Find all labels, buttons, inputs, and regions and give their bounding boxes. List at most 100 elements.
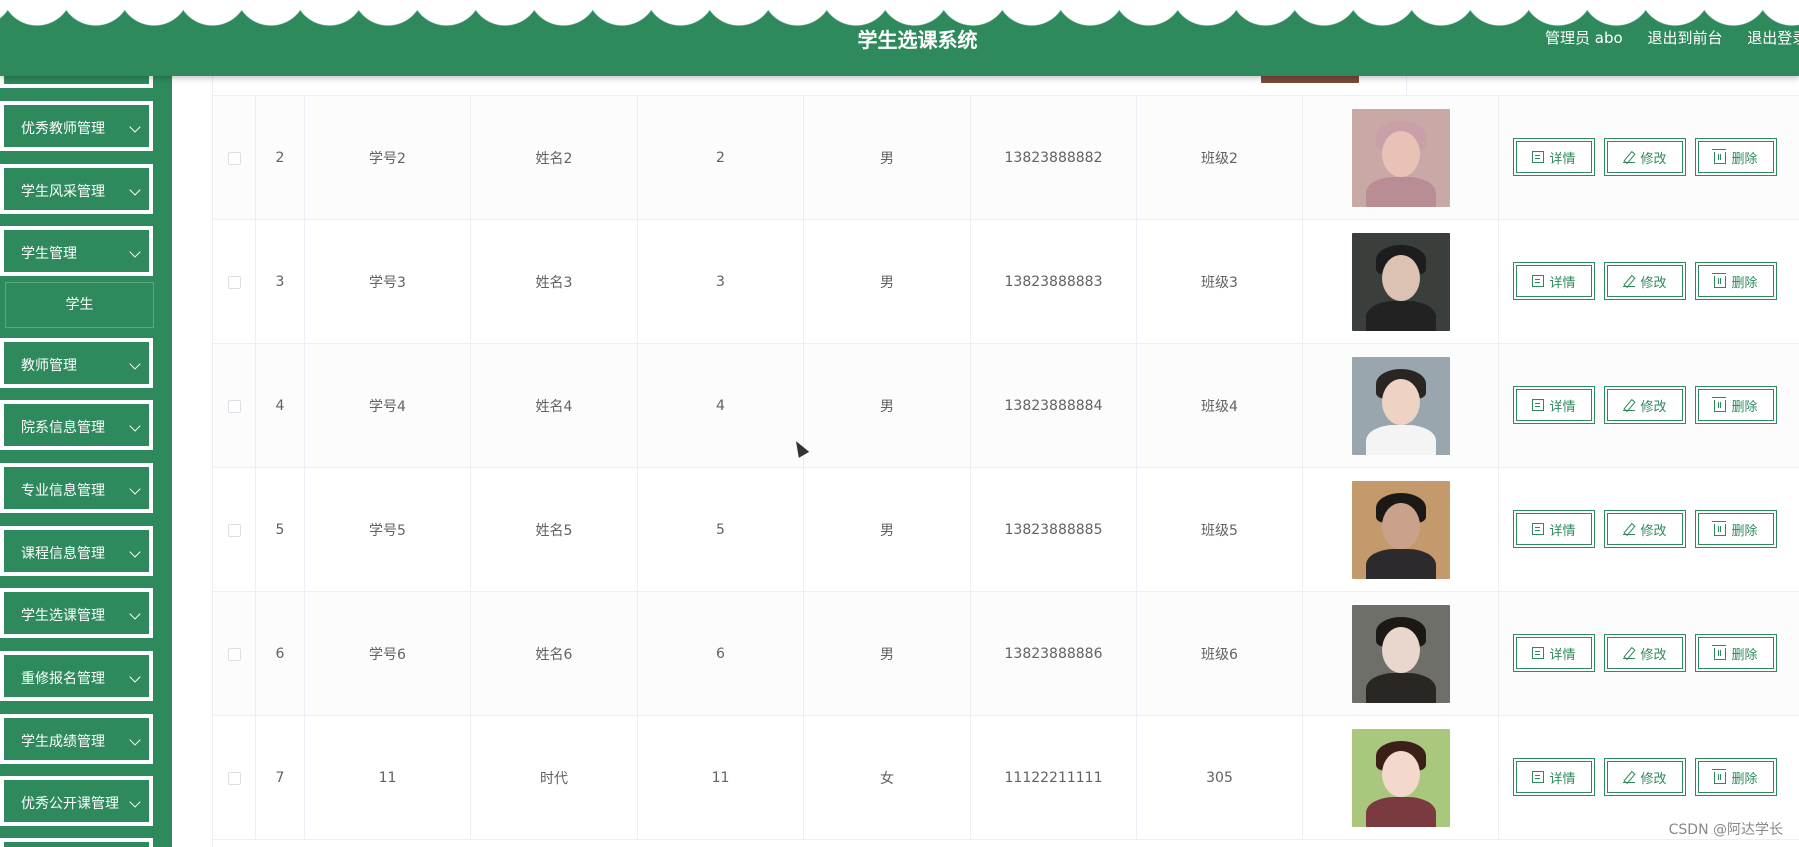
name-cell: 姓名2 [471, 96, 638, 220]
back-to-frontend-link[interactable]: 退出到前台 [1647, 29, 1722, 47]
row-checkbox[interactable] [227, 151, 241, 165]
gender-cell: 男 [804, 220, 971, 344]
delete-button[interactable]: 删除 [1695, 138, 1777, 176]
age-text: 4 [716, 398, 725, 414]
sidebar-item-excellent-teachers[interactable]: 优秀教师管理 [0, 101, 153, 151]
student-table: 2 学号2 姓名2 2 男 13823888882 班级2 详情 修改 删除 3 学号3 姓名3 3 男 13… [212, 0, 1799, 847]
sidebar-item-partial[interactable] [0, 838, 153, 847]
detail-button[interactable]: 详情 [1513, 510, 1595, 548]
chevron-down-icon [129, 121, 141, 133]
sidebar-item-teachers[interactable]: 教师管理 [0, 338, 153, 388]
edit-button[interactable]: 修改 [1604, 138, 1686, 176]
row-checkbox[interactable] [227, 771, 241, 785]
index-text: 2 [275, 150, 285, 166]
sidebar-item-grades[interactable]: 学生成绩管理 [0, 714, 153, 764]
sidebar: 优秀教师管理 学生风采管理 学生管理 学生 教师管理 院系信息管理 专业信息管理… [0, 76, 172, 847]
age-cell: 5 [638, 468, 804, 592]
chevron-down-icon [129, 184, 141, 196]
sidebar-item-student-showcase[interactable]: 学生风采管理 [0, 164, 153, 214]
photo-face [1381, 255, 1420, 301]
sidebar-item-partial[interactable] [0, 76, 153, 88]
phone-cell: 13823888886 [971, 592, 1137, 716]
class-text: 305 [1206, 770, 1233, 786]
gender-text: 男 [880, 151, 894, 167]
class-text: 班级4 [1201, 399, 1238, 415]
button-label: 删除 [1731, 647, 1758, 663]
phone-cell: 11122211111 [971, 716, 1137, 840]
admin-user-label: 管理员 abo [1545, 29, 1623, 47]
phone-text: 13823888885 [1004, 522, 1103, 538]
sidebar-item-departments[interactable]: 院系信息管理 [0, 400, 153, 450]
edit-button[interactable]: 修改 [1604, 758, 1686, 796]
button-label: 修改 [1640, 275, 1667, 291]
row-checkbox[interactable] [227, 399, 241, 413]
actions-cell: 详情 修改 删除 [1499, 96, 1799, 220]
detail-button[interactable]: 详情 [1513, 634, 1595, 672]
checkbox-cell [213, 96, 256, 220]
class-cell: 班级6 [1137, 592, 1303, 716]
detail-button[interactable]: 详情 [1513, 138, 1595, 176]
edit-button[interactable]: 修改 [1604, 262, 1686, 300]
delete-button[interactable]: 删除 [1695, 262, 1777, 300]
index-text: 5 [275, 522, 285, 538]
photo-cell [1303, 220, 1499, 344]
photo-body [1365, 797, 1436, 827]
class-cell: 305 [1137, 716, 1303, 840]
index-cell: 5 [256, 468, 305, 592]
logout-link[interactable]: 退出登录 [1747, 29, 1799, 47]
button-label: 删除 [1731, 523, 1758, 539]
name-text: 姓名5 [535, 523, 573, 539]
document-icon [1532, 151, 1545, 163]
index-text: 3 [275, 274, 285, 290]
sidebar-item-course-selection[interactable]: 学生选课管理 [0, 588, 153, 638]
detail-button[interactable]: 详情 [1513, 262, 1595, 300]
edit-button[interactable]: 修改 [1604, 510, 1686, 548]
photo-cell [1303, 96, 1499, 220]
row-checkbox[interactable] [227, 647, 241, 661]
delete-button[interactable]: 删除 [1695, 386, 1777, 424]
student-no-cell: 11 [305, 716, 471, 840]
detail-button[interactable]: 详情 [1513, 758, 1595, 796]
sidebar-item-label: 重修报名管理 [21, 671, 105, 687]
gender-cell: 男 [804, 96, 971, 220]
document-icon [1532, 647, 1545, 659]
student-no-text: 学号4 [369, 399, 406, 415]
row-checkbox[interactable] [227, 523, 241, 537]
student-no-text: 学号6 [369, 647, 406, 663]
chevron-down-icon [129, 420, 141, 432]
button-label: 删除 [1731, 771, 1758, 787]
class-text: 班级6 [1201, 647, 1238, 663]
submenu-item-student[interactable]: 学生 [5, 282, 154, 328]
delete-button[interactable]: 删除 [1695, 758, 1777, 796]
scalloped-border [0, 0, 1799, 26]
index-cell: 3 [256, 220, 305, 344]
sidebar-item-courses[interactable]: 课程信息管理 [0, 526, 153, 576]
class-text: 班级2 [1201, 151, 1238, 167]
actions-cell: 详情 修改 删除 [1499, 468, 1799, 592]
phone-cell: 13823888884 [971, 344, 1137, 468]
trash-icon [1712, 397, 1727, 412]
gender-text: 男 [880, 647, 894, 663]
class-cell: 班级5 [1137, 468, 1303, 592]
detail-button[interactable]: 详情 [1513, 386, 1595, 424]
student-no-cell: 学号6 [305, 592, 471, 716]
phone-text: 13823888883 [1004, 274, 1103, 290]
sidebar-item-open-courses[interactable]: 优秀公开课管理 [0, 776, 153, 826]
chevron-down-icon [129, 358, 141, 370]
class-text: 班级5 [1201, 523, 1238, 539]
class-text: 班级3 [1201, 275, 1238, 291]
delete-button[interactable]: 删除 [1695, 634, 1777, 672]
sidebar-item-retake-registration[interactable]: 重修报名管理 [0, 651, 153, 701]
age-cell: 4 [638, 344, 804, 468]
pencil-icon [1623, 771, 1636, 783]
row-checkbox[interactable] [227, 275, 241, 289]
edit-button[interactable]: 修改 [1604, 634, 1686, 672]
sidebar-item-majors[interactable]: 专业信息管理 [0, 463, 153, 513]
button-label: 详情 [1549, 771, 1576, 787]
edit-button[interactable]: 修改 [1604, 386, 1686, 424]
sidebar-item-students[interactable]: 学生管理 [0, 226, 153, 276]
delete-button[interactable]: 删除 [1695, 510, 1777, 548]
button-label: 修改 [1640, 399, 1667, 415]
button-label: 详情 [1549, 151, 1576, 167]
photo-cell [1303, 592, 1499, 716]
